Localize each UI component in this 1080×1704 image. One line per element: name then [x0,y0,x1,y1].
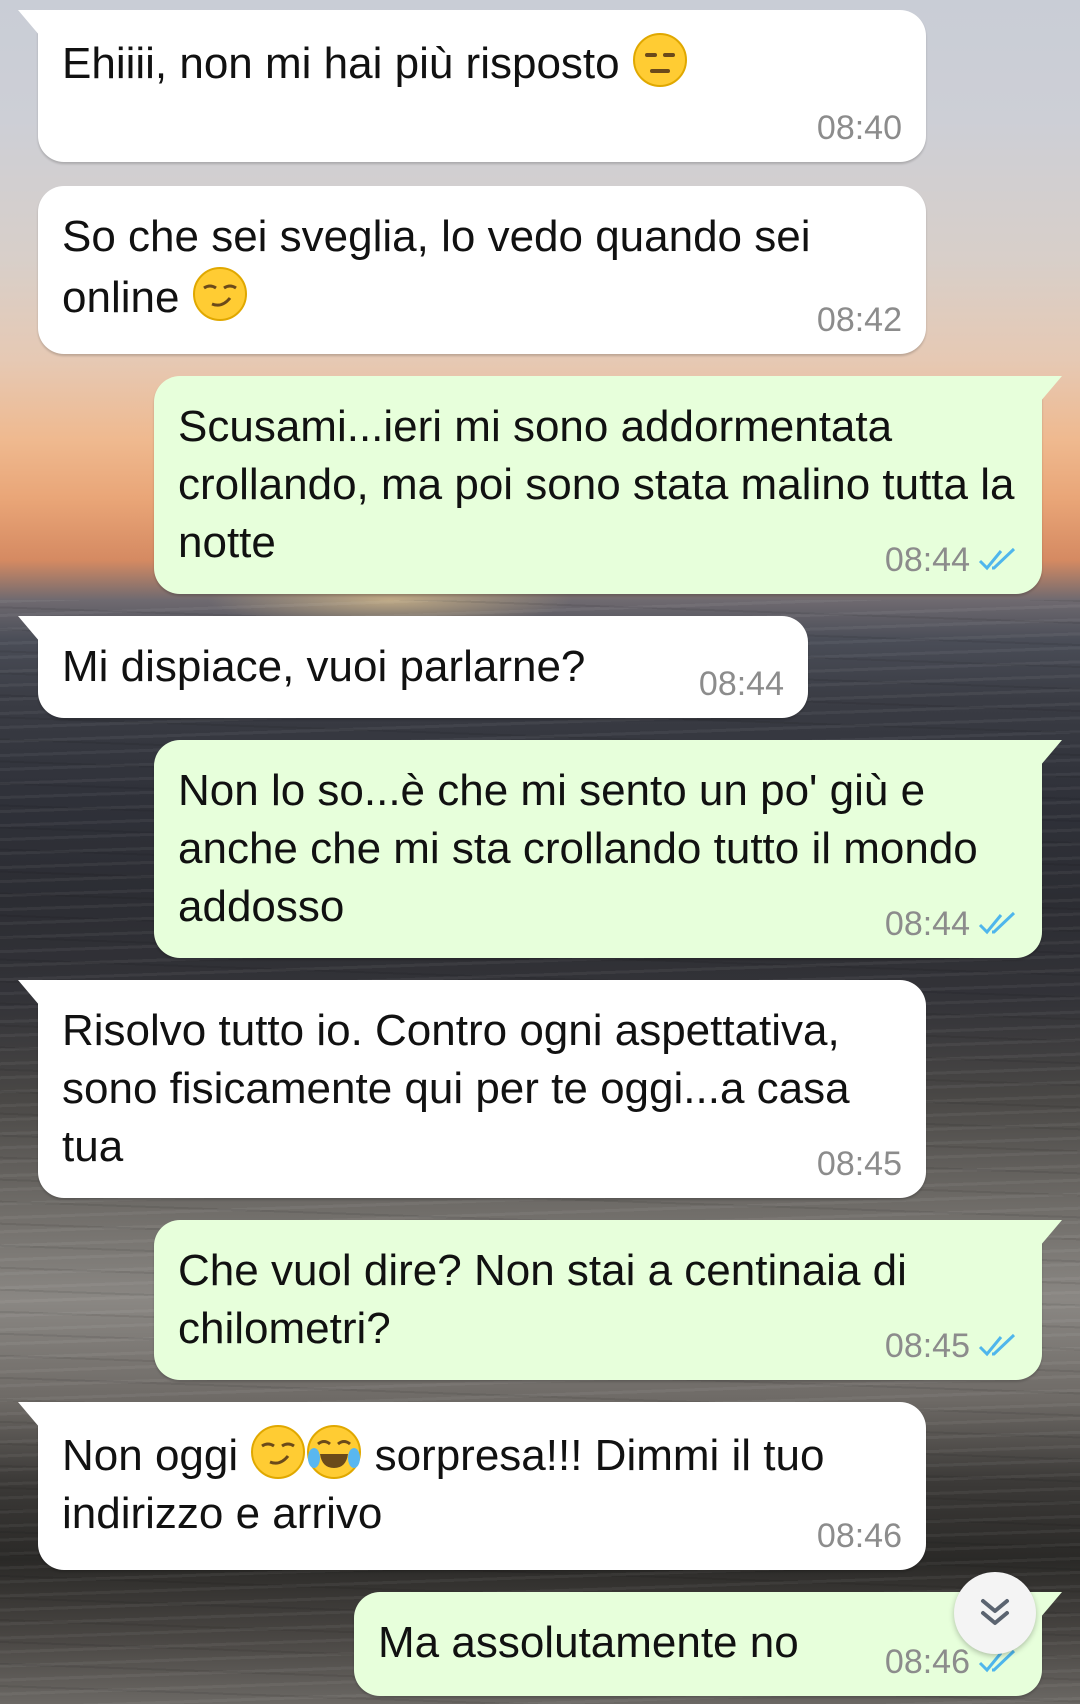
read-receipt-icon [978,547,1016,571]
message-meta: 08:45 [885,1326,1018,1366]
message-meta: 08:46 [817,1516,902,1556]
chat-thread[interactable]: Ehiiii, non mi hai più risposto 08:40 So… [0,0,1080,1704]
message-meta: 08:40 [817,108,902,148]
message-meta: 08:44 [885,904,1018,944]
message-text: Ehiiii, non mi hai più risposto [62,32,900,93]
read-receipt-icon [978,911,1016,935]
message-time: 08:45 [884,1327,970,1365]
message-outgoing[interactable]: Ma assolutamente no 08:46 [354,1592,1062,1696]
message-time: 08:44 [884,541,970,579]
double-chevron-down-icon [981,1599,1009,1625]
message-time: 08:46 [816,1517,902,1555]
message-time: 08:45 [816,1145,902,1183]
message-outgoing[interactable]: Non lo so...è che mi sento un po' giù e … [154,740,1062,958]
expressionless-face-emoji [632,32,688,88]
message-text: Risolvo tutto io. Contro ogni aspettativ… [62,1006,850,1171]
smirking-face-emoji [250,1424,306,1480]
message-text: Non oggi sorpresa!!! Dimmi il tuo indiri… [62,1424,900,1543]
smirking-face-emoji [192,266,248,322]
message-outgoing[interactable]: Che vuol dire? Non stai a centinaia di c… [154,1220,1062,1380]
message-time: 08:44 [884,905,970,943]
message-meta: 08:44 [885,540,1018,580]
message-time: 08:46 [884,1643,970,1681]
message-time: 08:40 [816,109,902,147]
message-outgoing[interactable]: Scusami...ieri mi sono addormentata crol… [154,376,1062,594]
message-meta: 08:44 [699,664,784,704]
message-text: Mi dispiace, vuoi parlarne? [62,642,586,691]
message-incoming[interactable]: Risolvo tutto io. Contro ogni aspettativ… [18,980,926,1198]
face-with-tears-of-joy-emoji [306,1424,362,1480]
read-receipt-icon [978,1333,1016,1357]
message-text: So che sei sveglia, lo vedo quando sei o… [62,212,811,322]
message-meta: 08:45 [817,1144,902,1184]
message-time: 08:42 [816,301,902,339]
message-time: 08:44 [698,665,784,703]
message-incoming[interactable]: So che sei sveglia, lo vedo quando sei o… [38,186,926,354]
message-incoming[interactable]: Non oggi sorpresa!!! Dimmi il tuo indiri… [18,1402,926,1570]
message-meta: 08:42 [817,300,902,340]
message-incoming[interactable]: Mi dispiace, vuoi parlarne? 08:44 [18,616,808,718]
scroll-to-bottom-button[interactable] [954,1572,1036,1654]
message-incoming[interactable]: Ehiiii, non mi hai più risposto 08:40 [18,10,926,162]
